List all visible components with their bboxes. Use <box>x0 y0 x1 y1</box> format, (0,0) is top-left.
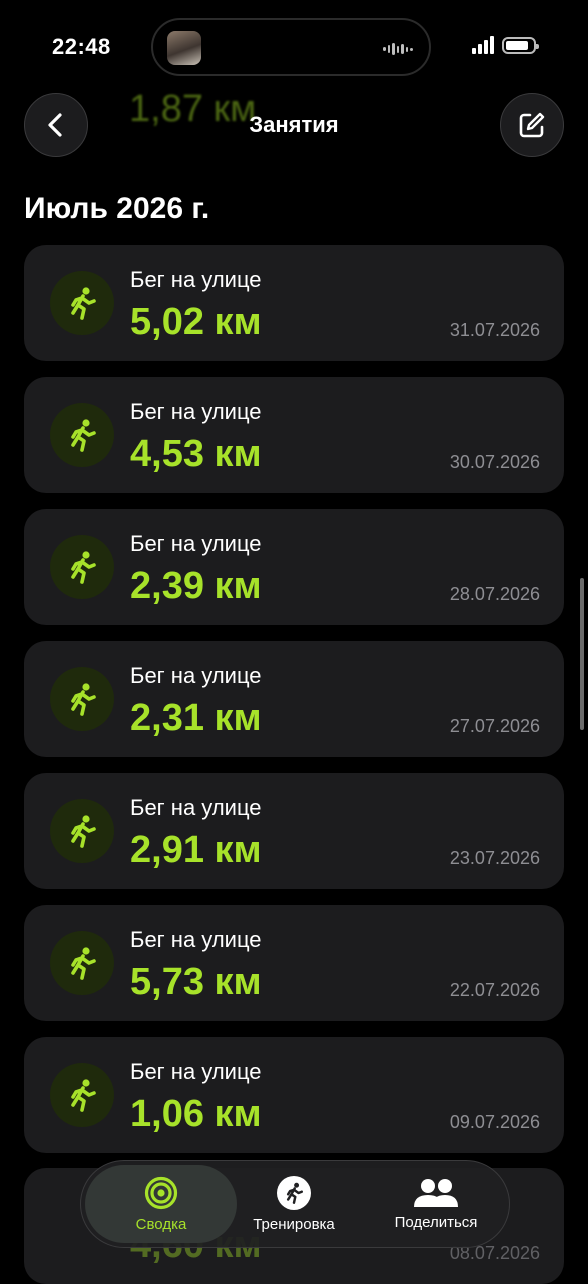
tab-share[interactable]: Поделиться <box>371 1161 501 1247</box>
workout-distance: 5,02 км <box>130 301 262 343</box>
tab-workout[interactable]: Тренировка <box>239 1161 349 1247</box>
workout-date: 28.07.2026 <box>449 584 540 604</box>
workout-type: Бег на улице <box>130 399 262 424</box>
running-figure-icon <box>50 667 114 731</box>
workout-type: Бег на улице <box>130 927 262 952</box>
battery-icon <box>502 37 539 54</box>
activity-rings-icon <box>144 1176 178 1209</box>
workout-date: 30.07.2026 <box>449 452 540 472</box>
workout-card[interactable]: Бег на улице 5,73 км 22.07.2026 <box>24 905 564 1021</box>
workout-distance: 4,53 км <box>130 433 262 475</box>
workout-type: Бег на улице <box>130 795 262 820</box>
workout-type: Бег на улице <box>130 663 262 688</box>
workout-card[interactable]: Бег на улице 4,53 км 30.07.2026 <box>24 377 564 493</box>
running-figure-icon <box>50 799 114 863</box>
workout-card[interactable]: Бег на улице 1,06 км 09.07.2026 <box>24 1037 564 1153</box>
workout-date: 27.07.2026 <box>449 716 540 736</box>
tab-bar: Сводка Тренировка Поделиться <box>80 1160 510 1248</box>
workout-distance: 5,73 км <box>130 961 262 1003</box>
scroll-indicator[interactable] <box>580 578 584 730</box>
workout-distance: 2,91 км <box>130 829 262 871</box>
workout-date: 23.07.2026 <box>449 848 540 868</box>
edit-button[interactable] <box>500 93 564 157</box>
compose-icon <box>519 112 545 138</box>
people-icon <box>414 1178 458 1207</box>
workout-card[interactable]: Бег на улице 2,31 км 27.07.2026 <box>24 641 564 757</box>
tab-label: Тренировка <box>253 1215 335 1233</box>
workout-type: Бег на улице <box>130 531 262 556</box>
running-figure-icon <box>50 931 114 995</box>
workout-type: Бег на улице <box>130 267 262 292</box>
workout-type: Бег на улице <box>130 1059 262 1084</box>
workout-distance: 2,31 км <box>130 697 262 739</box>
cellular-signal-icon <box>472 36 494 54</box>
workout-distance: 2,39 км <box>130 565 262 607</box>
audio-waveform-icon <box>383 42 414 56</box>
workout-date: 22.07.2026 <box>449 980 540 1000</box>
workout-card[interactable]: Бег на улице 2,39 км 28.07.2026 <box>24 509 564 625</box>
workout-card[interactable]: Бег на улице 5,02 км 31.07.2026 <box>24 245 564 361</box>
running-figure-icon <box>50 1063 114 1127</box>
running-figure-icon <box>50 403 114 467</box>
system-icons <box>472 36 539 54</box>
tab-label: Поделиться <box>394 1213 478 1231</box>
workout-card[interactable]: Бег на улице 2,91 км 23.07.2026 <box>24 773 564 889</box>
status-time: 22:48 <box>52 34 111 59</box>
month-section-title: Июль 2026 г. <box>24 192 210 225</box>
workout-distance: 1,06 км <box>130 1093 262 1135</box>
navigation-bar: Занятия <box>0 90 588 160</box>
running-figure-icon <box>277 1175 311 1210</box>
workout-date: 09.07.2026 <box>449 1112 540 1132</box>
running-figure-icon <box>50 535 114 599</box>
running-figure-icon <box>50 271 114 335</box>
tab-label: Сводка <box>135 1215 187 1233</box>
workout-date: 31.07.2026 <box>449 320 540 340</box>
workout-list: Бег на улице 5,02 км 31.07.2026 Бег на у… <box>24 245 564 1169</box>
tab-summary[interactable]: Сводка <box>85 1165 237 1243</box>
